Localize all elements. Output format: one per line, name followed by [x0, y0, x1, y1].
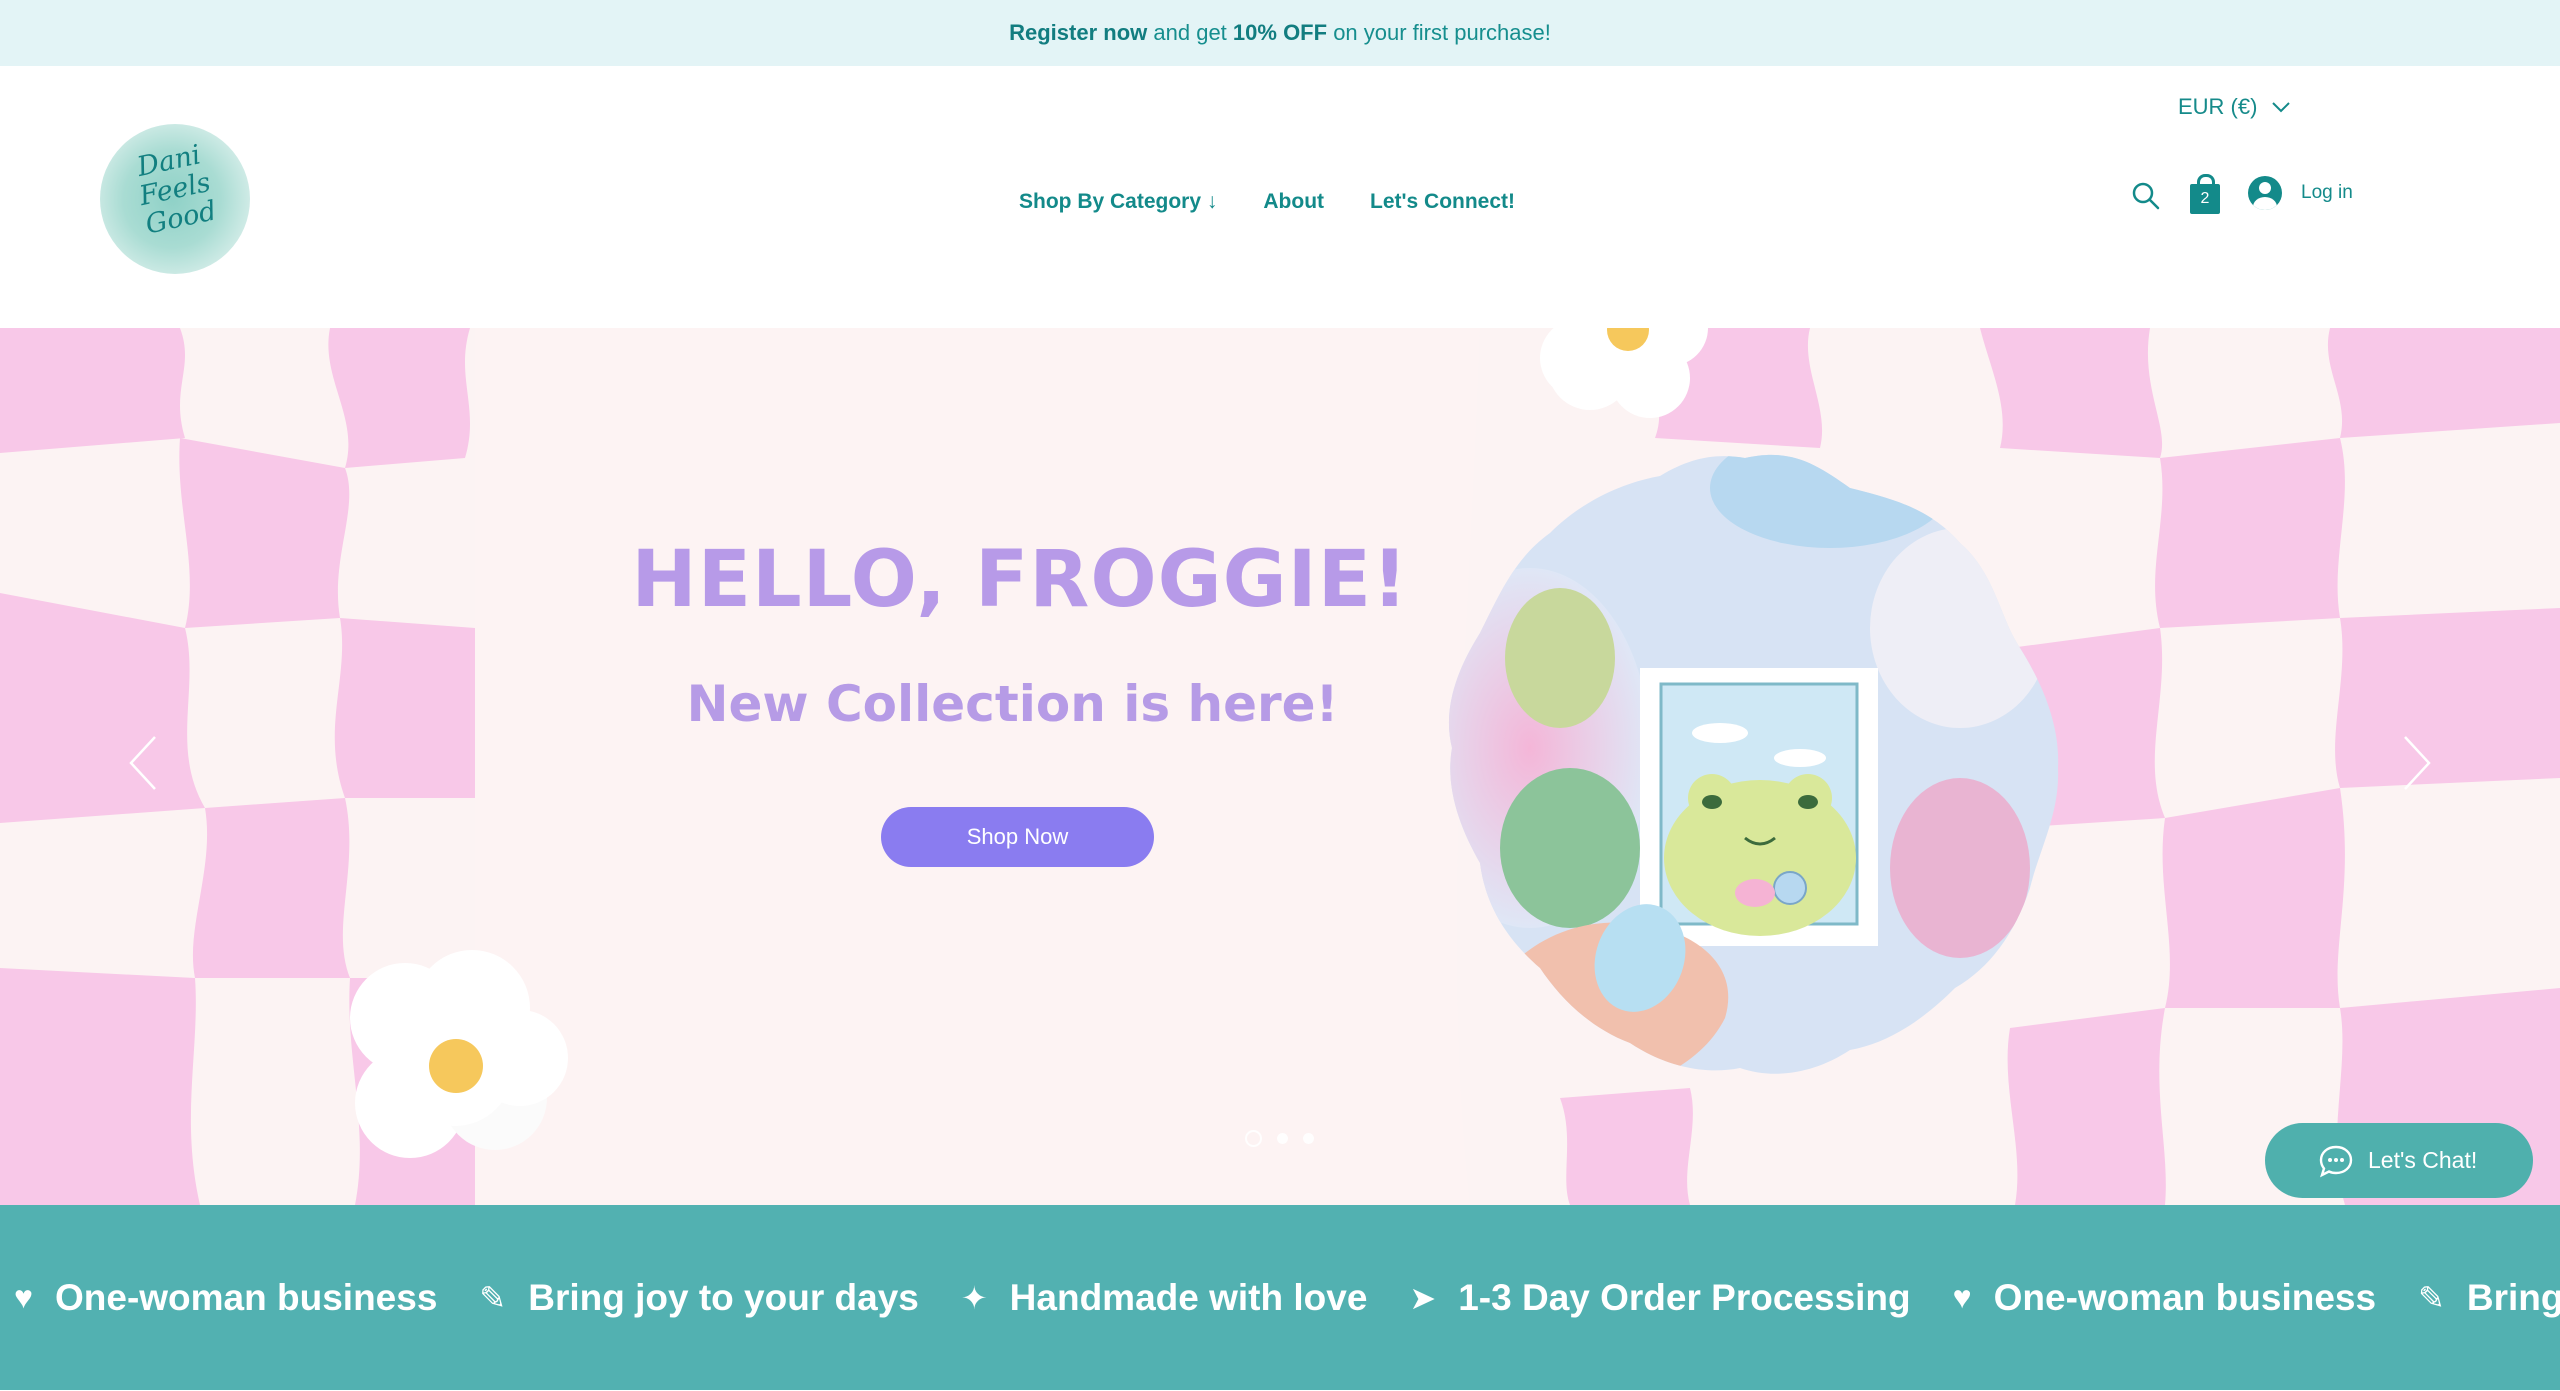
hero-subtitle: New Collection is here!	[686, 675, 1339, 733]
site-header: Dani Feels Good EUR (€) Shop By Category…	[0, 66, 2560, 328]
slide-dot-2[interactable]	[1277, 1133, 1288, 1144]
pencil-icon: ✎	[2418, 1279, 2445, 1316]
ticker-item: ♥ One-woman business	[1953, 1277, 2376, 1319]
pencil-icon: ✎	[479, 1279, 507, 1316]
slide-dot-1[interactable]	[1245, 1130, 1262, 1147]
slide-dot-3[interactable]	[1303, 1133, 1314, 1144]
announcement-text-2: on your first purchase!	[1333, 20, 1551, 45]
ticker-row: ♥ One-woman business ✎ Bring joy to your…	[14, 1205, 2560, 1390]
heart-icon: ♥	[14, 1279, 33, 1315]
ticker-item: ♥ One-woman business	[14, 1277, 437, 1319]
hero-background	[0, 328, 2560, 1205]
login-label: Log in	[2301, 182, 2353, 203]
ticker-text: 1-3 Day Order Processing	[1458, 1276, 1911, 1318]
search-icon[interactable]	[2131, 181, 2161, 211]
user-avatar-icon	[2248, 176, 2282, 210]
ticker-item: ✎ Bring joy to your days	[2418, 1277, 2560, 1319]
announcement-bar: Register now and get 10% OFF on your fir…	[0, 0, 2560, 66]
ticker-item: ✦ Handmade with love	[961, 1277, 1368, 1319]
nav-about[interactable]: About	[1263, 190, 1324, 214]
hero-slideshow: HELLO, FROGGIE! New Collection is here! …	[0, 328, 2560, 1205]
ticker-item: ➤ 1-3 Day Order Processing	[1409, 1277, 1910, 1319]
arrow-right-icon[interactable]	[2395, 733, 2435, 793]
main-nav: Shop By Category ↓ About Let's Connect!	[1019, 190, 1515, 214]
chat-button[interactable]: Let's Chat!	[2265, 1123, 2533, 1198]
nav-lets-connect[interactable]: Let's Connect!	[1370, 190, 1515, 214]
ticker-text: Bring joy to your days	[2466, 1276, 2560, 1318]
arrow-left-icon[interactable]	[125, 733, 165, 793]
ticker-text: One-woman business	[55, 1276, 438, 1318]
slide-indicators	[1245, 1130, 1329, 1147]
chat-label: Let's Chat!	[2368, 1147, 2478, 1173]
nav-shop-by-category[interactable]: Shop By Category ↓	[1019, 190, 1217, 214]
sparkle-icon: ✦	[960, 1279, 988, 1316]
hero-product-image	[1448, 454, 2059, 1074]
hero-title: HELLO, FROGGIE!	[631, 535, 1409, 625]
heart-icon: ♥	[1952, 1279, 1972, 1315]
ticker-text: One-woman business	[1993, 1276, 2377, 1318]
cart-count: 2	[2200, 190, 2210, 207]
ticker-item: ✎ Bring joy to your days	[479, 1277, 918, 1319]
register-link[interactable]: Register now	[1009, 20, 1147, 46]
logo-wordmark: Dani Feels Good	[134, 139, 220, 241]
chat-bubble-icon	[2319, 1145, 2353, 1177]
chevron-down-icon	[2272, 102, 2291, 113]
ticker-text: Bring joy to your days	[528, 1276, 919, 1318]
cart-button[interactable]: 2	[2188, 174, 2222, 216]
discount-text: 10% OFF	[1232, 20, 1328, 45]
paper-plane-icon: ➤	[1409, 1279, 1437, 1316]
ticker-text: Handmade with love	[1009, 1276, 1368, 1318]
login-button[interactable]: Log in	[2248, 176, 2353, 210]
currency-label: EUR (€)	[2178, 94, 2258, 119]
announcement-text-1: and get	[1153, 20, 1227, 45]
marquee-ticker: ♥ One-woman business ✎ Bring joy to your…	[0, 1205, 2560, 1390]
currency-selector[interactable]: EUR (€)	[2178, 90, 2291, 124]
shop-now-button[interactable]: Shop Now	[881, 807, 1154, 867]
site-logo[interactable]: Dani Feels Good	[100, 124, 250, 274]
